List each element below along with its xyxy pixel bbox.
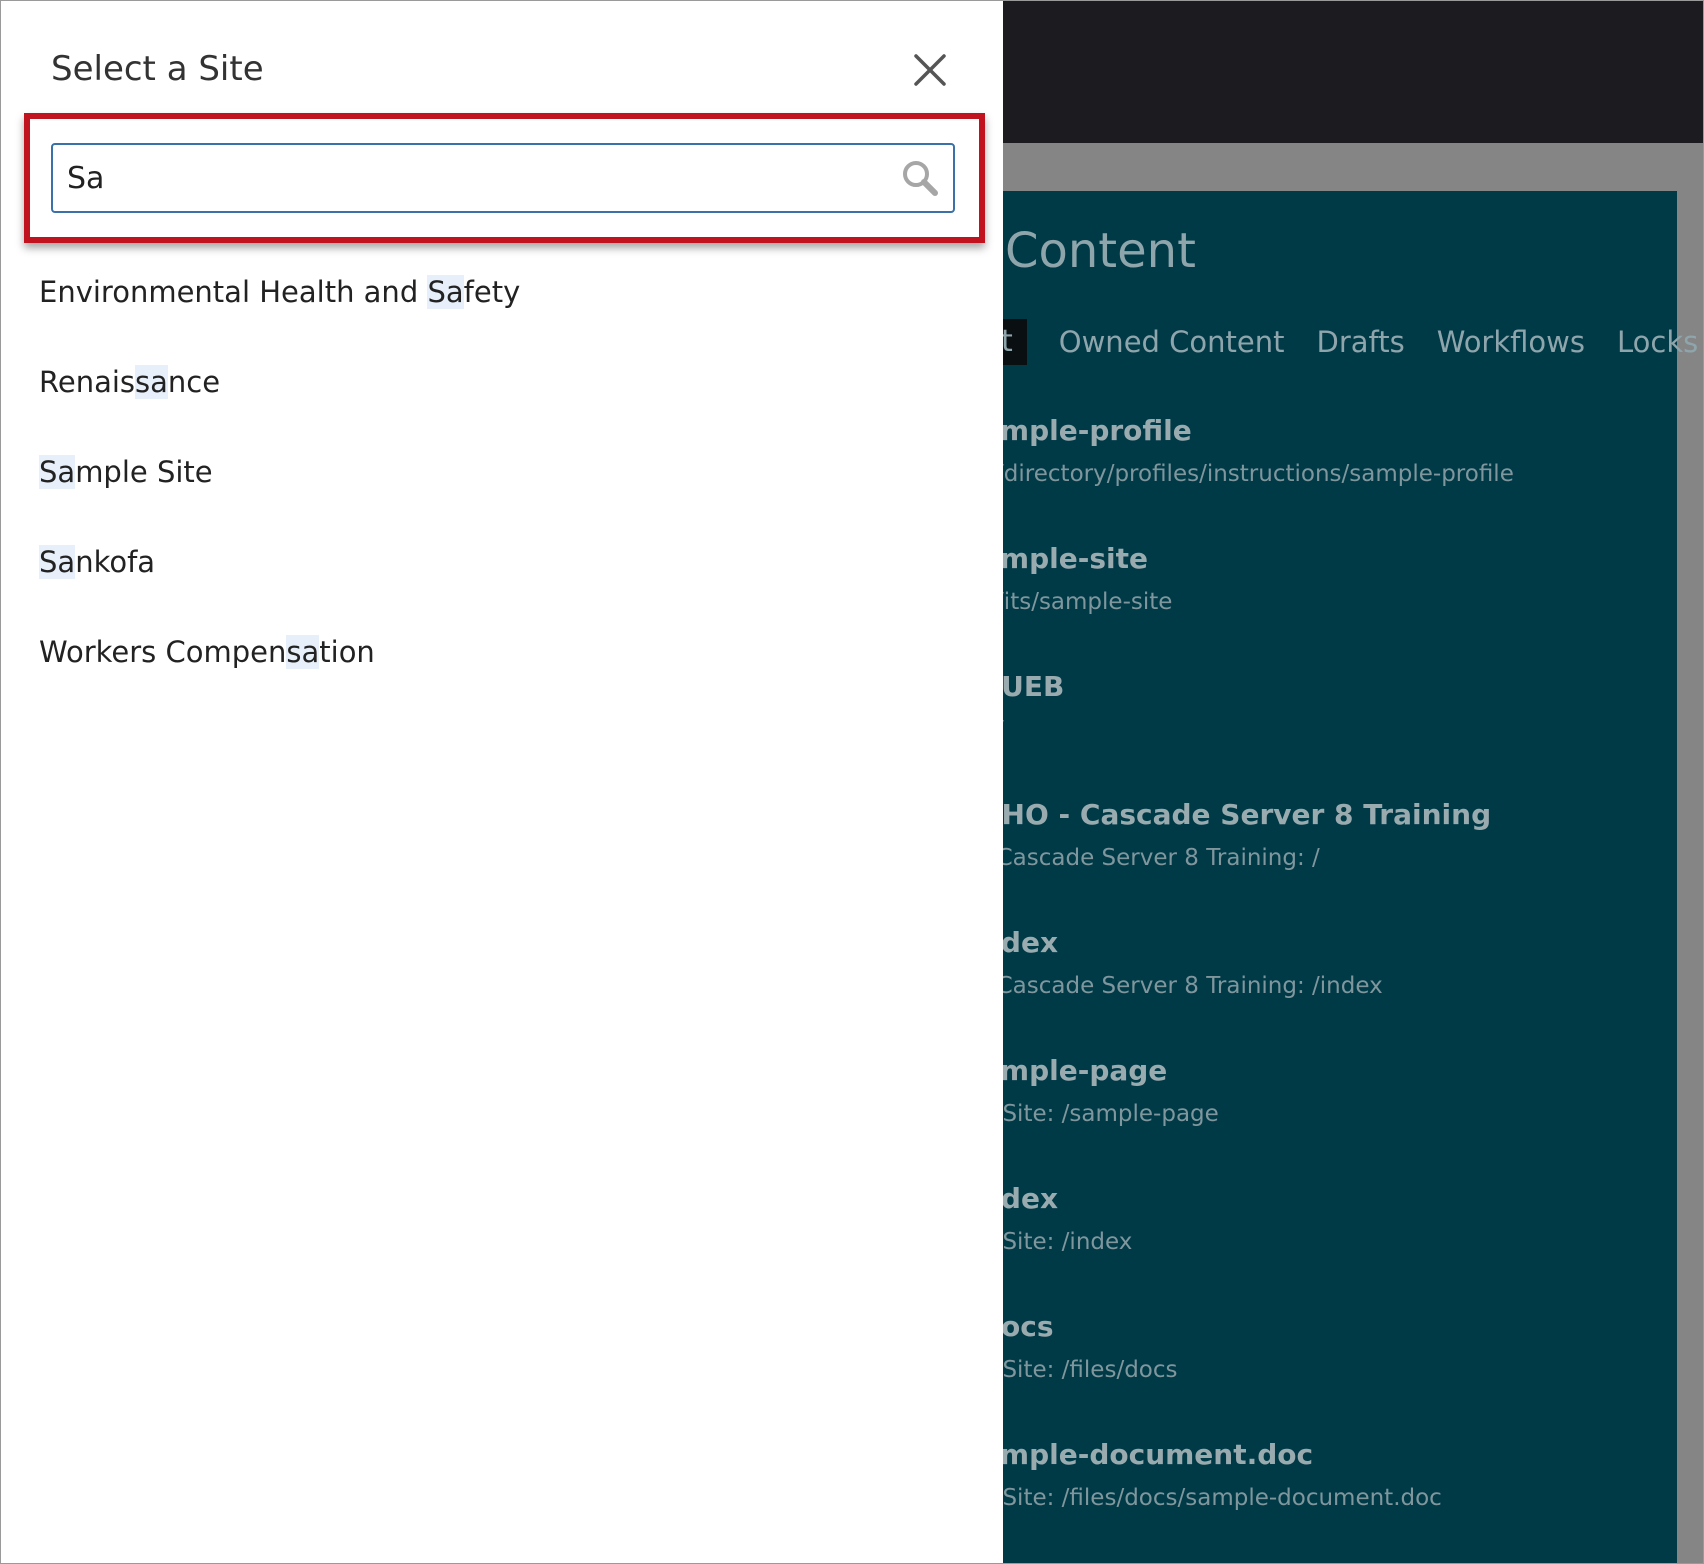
search-input[interactable] [67, 145, 887, 211]
background-tab-drafts[interactable]: Drafts [1317, 325, 1405, 359]
result-text-after: nkofa [75, 545, 156, 579]
background-item-path: e Site: /sample-page [981, 1101, 1219, 1127]
background-list-item[interactable]: ndex - Cascade Server 8 Training: /index [981, 926, 1383, 999]
background-item-title: ndex [981, 926, 1059, 959]
site-result-item[interactable]: Workers Compensation [39, 635, 375, 669]
background-item-title: ample-document.doc [981, 1438, 1314, 1471]
background-item-title: ample-site [981, 542, 1148, 575]
result-match-highlight: sa [135, 365, 168, 399]
site-result-item[interactable]: Environmental Health and Safety [39, 275, 520, 309]
background-item-title: docs [981, 1310, 1054, 1343]
result-text-after: tion [319, 635, 375, 669]
site-result-item[interactable]: Sankofa [39, 545, 155, 579]
background-item-path: - Cascade Server 8 Training: / [981, 845, 1320, 871]
select-site-modal: Select a Site Environmental Health and S… [1, 1, 1003, 1563]
result-match-highlight: Sa [427, 275, 464, 309]
background-list-item[interactable]: docs e Site: /files/docs [981, 1310, 1178, 1383]
result-text-after: nce [167, 365, 221, 399]
close-icon [914, 54, 946, 86]
background-tab-workflows[interactable]: Workflows [1437, 325, 1585, 359]
background-item-path: - Cascade Server 8 Training: /index [981, 973, 1383, 999]
background-heading: Content [1005, 223, 1196, 279]
background-item-path: e Site: /files/docs/sample-document.doc [981, 1485, 1442, 1511]
background-item-path: e Site: /files/docs [981, 1357, 1178, 1383]
result-match-highlight: sa [286, 635, 320, 669]
search-field[interactable] [51, 143, 955, 213]
result-text-before: Environmental Health and [39, 275, 428, 309]
background-list-item[interactable]: ample-page e Site: /sample-page [981, 1054, 1219, 1127]
close-button[interactable] [907, 47, 953, 93]
app-window: Content t Owned Content Drafts Workflows… [0, 0, 1704, 1564]
background-list-item[interactable]: ample-document.doc e Site: /files/docs/s… [981, 1438, 1442, 1511]
background-list-item[interactable]: ample-profile : /directory/profiles/inst… [981, 414, 1514, 487]
background-list-item[interactable]: CHO - Cascade Server 8 Training - Cascad… [981, 798, 1491, 871]
site-result-item[interactable]: Renaissance [39, 365, 220, 399]
result-match-highlight: Sa [39, 455, 76, 489]
result-text-after: fety [463, 275, 521, 309]
result-match-highlight: Sa [39, 545, 76, 579]
background-item-path: : /its/sample-site [981, 589, 1173, 615]
result-text-before: Renais [39, 365, 136, 399]
background-item-path: e Site: /index [981, 1229, 1133, 1255]
background-item-title: CHO - Cascade Server 8 Training [981, 798, 1492, 831]
background-item-title: ample-page [981, 1054, 1168, 1087]
site-result-item[interactable]: Sample Site [39, 455, 213, 489]
background-item-path: : /directory/profiles/instructions/sampl… [981, 461, 1514, 487]
background-item-title: ndex [981, 1182, 1059, 1215]
background-tab-owned[interactable]: Owned Content [1059, 325, 1285, 359]
background-list-item[interactable]: ample-site : /its/sample-site [981, 542, 1172, 615]
background-tab-locks[interactable]: Locks [1617, 325, 1698, 359]
modal-title: Select a Site [51, 49, 264, 89]
result-text-after: mple Site [75, 455, 213, 489]
background-list-item[interactable]: ndex e Site: /index [981, 1182, 1132, 1255]
search-icon[interactable] [901, 159, 939, 197]
background-item-title: ample-profile [981, 414, 1192, 447]
result-text-before: Workers Compen [39, 635, 287, 669]
background-tabs: t Owned Content Drafts Workflows Locks [951, 319, 1698, 365]
